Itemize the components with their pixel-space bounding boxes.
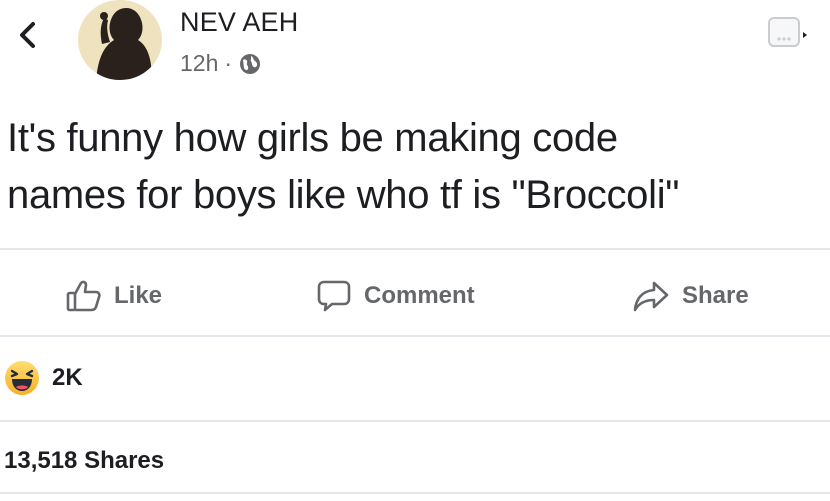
globe-icon [238, 52, 262, 76]
avatar-silhouette [78, 0, 162, 80]
like-label: Like [114, 282, 163, 309]
comment-icon [317, 280, 351, 312]
divider [0, 335, 830, 337]
more-options-button[interactable] [766, 15, 810, 49]
avatar[interactable] [78, 0, 162, 80]
share-button[interactable]: Share [632, 258, 749, 334]
chevron-left-icon [20, 22, 35, 48]
post-meta: 12h · [180, 50, 262, 77]
thumbs-up-icon [66, 280, 101, 312]
post-text-line: names for boys like who tf is "Broccoli" [7, 173, 680, 217]
more-options-icon [768, 17, 807, 47]
post-time[interactable]: 12h [180, 50, 218, 77]
shares-count[interactable]: 13,518 Shares [4, 447, 164, 475]
back-button[interactable] [12, 18, 42, 52]
divider [0, 420, 830, 422]
meta-separator: · [224, 50, 233, 76]
post-text: It's funny how girls be making code name… [7, 110, 817, 224]
action-bar: Like Comment Share [0, 258, 830, 334]
like-button[interactable]: Like [66, 258, 162, 334]
share-arrow-icon [633, 281, 669, 312]
divider [0, 492, 830, 494]
haha-emoji-icon [5, 361, 39, 395]
author-name[interactable]: NEV AEH [180, 7, 298, 38]
comment-label: Comment [364, 282, 475, 309]
reactions-summary[interactable]: 2K [0, 348, 83, 408]
comment-button[interactable]: Comment [316, 258, 475, 334]
post-header: NEV AEH 12h · [0, 0, 830, 96]
divider [0, 248, 830, 250]
reaction-count: 2K [52, 364, 83, 391]
share-label: Share [682, 282, 749, 309]
post-text-line: It's funny how girls be making code [7, 116, 618, 160]
